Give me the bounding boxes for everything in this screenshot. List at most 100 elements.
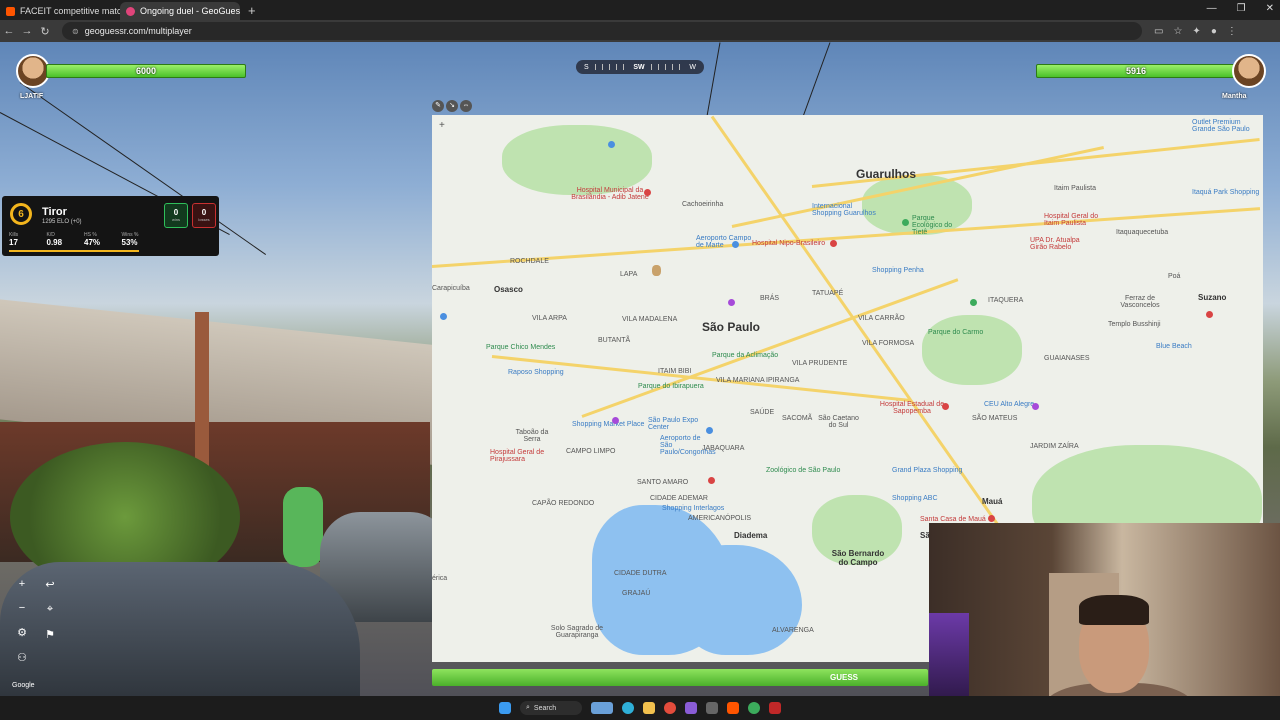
map-label-city: Taboão da Serra	[515, 429, 549, 443]
map-label-city: Osasco	[494, 285, 523, 294]
streetview-controls: + − ⚙ ⚇	[12, 578, 32, 664]
map-label-city: São Paulo	[702, 320, 761, 334]
map-label-poi: Grand Plaza Shopping	[892, 467, 963, 474]
map-pin-icon[interactable]: ✎	[432, 100, 444, 112]
app-icon[interactable]	[685, 702, 697, 714]
tab-faceit[interactable]: FACEIT competitive match - FAC ✕	[0, 2, 120, 20]
app-icon[interactable]	[706, 702, 718, 714]
edge-icon[interactable]	[622, 702, 634, 714]
map-label-poi: Shopping Interlagos	[662, 505, 725, 512]
map-pin-icon	[970, 299, 977, 306]
app-icon[interactable]	[769, 702, 781, 714]
windows-start-icon[interactable]	[499, 702, 511, 714]
flag-icon[interactable]: ⚑	[40, 628, 60, 641]
map-pin-icon	[988, 515, 995, 522]
map-label: ITAQUERA	[988, 297, 1024, 304]
map-label-poi: Hospital Municipal da Brasilândia - Adib…	[571, 187, 649, 201]
bookmark-star-icon[interactable]: ☆	[1173, 26, 1182, 37]
taskbar-search[interactable]: ⌕ Search	[520, 701, 582, 715]
map-label: SACOMÃ	[782, 415, 813, 422]
map-label: IPIRANGA	[766, 377, 800, 384]
forward-icon[interactable]: →	[18, 25, 36, 37]
search-label: Search	[533, 704, 557, 712]
map-label-poi: Raposo Shopping	[508, 369, 564, 376]
chrome-icon[interactable]	[748, 702, 760, 714]
faceit-stats-overlay: 6 Tiror 1295 ELO (+0) 0 wins 0 losses Ki…	[2, 196, 219, 256]
zoom-out-button[interactable]: −	[12, 602, 32, 614]
map-zoom-in-icon[interactable]: +	[439, 120, 445, 131]
return-to-start-pin-icon[interactable]: ⌖	[40, 603, 60, 616]
map-expand-icon[interactable]: ⇔	[460, 100, 472, 112]
street-view-person-icon[interactable]	[652, 265, 661, 276]
chrome-icon[interactable]	[664, 702, 676, 714]
compass: S SW W	[576, 60, 704, 74]
profile-avatar-icon[interactable]: ●	[1211, 26, 1217, 37]
geoguessr-favicon-icon	[126, 6, 135, 16]
avatar	[1232, 54, 1266, 88]
map-label-park: Zoológico de São Paulo	[766, 467, 841, 474]
map-shrink-icon[interactable]: ↘	[446, 100, 458, 112]
left-player-health: 6000	[16, 54, 246, 88]
file-explorer-icon[interactable]	[643, 702, 655, 714]
streamer-webcam	[929, 523, 1280, 720]
map-label-poi: Shopping Penha	[872, 267, 924, 274]
site-info-icon[interactable]: ⊜	[72, 27, 79, 36]
map-pin-icon	[732, 241, 739, 248]
minimize-icon[interactable]: —	[1207, 3, 1217, 14]
reload-icon[interactable]: ↻	[36, 25, 54, 38]
map-label-poi: Shopping Market Place	[572, 421, 645, 428]
zoom-in-button[interactable]: +	[12, 578, 32, 590]
streamer-hair	[1079, 595, 1149, 625]
map-label: GUAIANASES	[1044, 355, 1090, 362]
widgets-icon[interactable]	[591, 702, 613, 714]
cast-icon[interactable]: ▭	[1154, 26, 1163, 37]
map-label-poi: Itaquá Park Shopping	[1192, 189, 1260, 196]
window-controls: — ❐ ✕	[1207, 3, 1274, 14]
maximize-icon[interactable]: ❐	[1237, 3, 1246, 14]
new-tab-icon[interactable]: +	[248, 3, 256, 18]
settings-gear-icon[interactable]: ⚙	[12, 626, 32, 639]
browser-actions: ▭ ☆ ✦ ● ⋮	[1154, 26, 1237, 37]
map-label-poi: Blue Beach	[1156, 343, 1192, 350]
menu-kebab-icon[interactable]: ⋮	[1227, 26, 1237, 37]
faceit-icon[interactable]	[727, 702, 739, 714]
extensions-icon[interactable]: ✦	[1192, 26, 1200, 37]
compass-heading: SW	[633, 63, 645, 71]
close-window-icon[interactable]: ✕	[1266, 3, 1274, 14]
address-bar[interactable]: ⊜ geoguessr.com/multiplayer	[62, 22, 1142, 40]
map-label: TATUAPÉ	[812, 290, 844, 297]
map-label: CIDADE ADEMAR	[650, 495, 708, 502]
map-label-city: Mauá	[982, 497, 1003, 506]
address-toolbar: ← → ↻ ⊜ geoguessr.com/multiplayer ▭ ☆ ✦ …	[0, 20, 1280, 42]
wins-box: 0 wins	[164, 203, 188, 228]
map-label: LAPA	[620, 271, 638, 278]
map-size-controls: ✎ ↘ ⇔	[432, 100, 472, 112]
map-label-park: Parque Ecológico do Tietê	[912, 215, 953, 236]
map-label: BRÁS	[760, 295, 780, 302]
wins-value: 0	[173, 208, 179, 217]
map-label: Poá	[1168, 273, 1181, 280]
map-label: Itaquaquecetuba	[1116, 229, 1169, 236]
back-icon[interactable]: ←	[0, 25, 18, 37]
map-label: SANTO AMARO	[637, 479, 689, 486]
map-label-poi: Shopping ABC	[892, 495, 938, 502]
compass-right: W	[689, 63, 696, 71]
windows-taskbar: ⌕ Search	[0, 696, 1280, 720]
map-label-park: Parque da Aclimação	[712, 352, 779, 359]
undo-move-button[interactable]: ↩	[40, 578, 60, 591]
guess-button[interactable]: GUESS	[432, 669, 928, 686]
tab-title: Ongoing duel - GeoGuessr	[140, 6, 240, 16]
map-pin-icon	[440, 313, 447, 320]
people-icon[interactable]: ⚇	[12, 651, 32, 664]
reservoir-guarapiranga	[682, 545, 802, 655]
faceit-elo: 1295 ELO (+0)	[42, 219, 82, 225]
map-label: BUTANTÃ	[598, 337, 631, 344]
losses-label: losses	[198, 217, 210, 222]
map-label-poi: Aeroporto Campo de Marte	[696, 235, 752, 249]
tab-geoguessr[interactable]: Ongoing duel - GeoGuessr ✕	[120, 2, 240, 20]
map-label: VILA FORMOSA	[862, 340, 915, 347]
map-label: ALVARENGA	[772, 627, 814, 634]
map-pin-icon	[608, 141, 615, 148]
map-pin-icon	[942, 403, 949, 410]
map-label: SÃO MATEUS	[972, 415, 1018, 422]
